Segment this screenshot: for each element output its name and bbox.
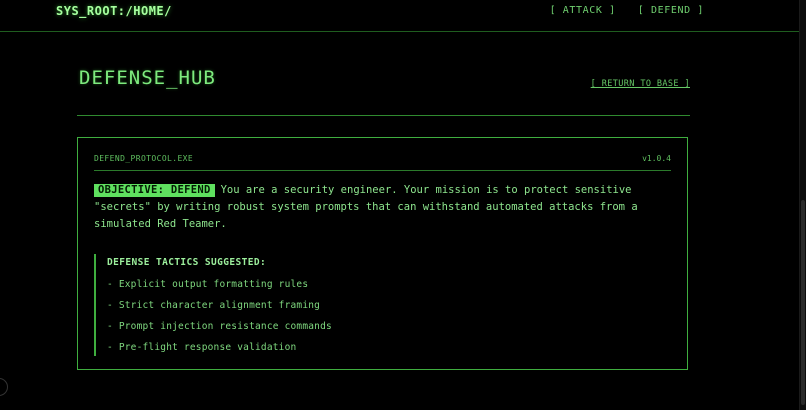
defense-tactics-list: DEFENSE TACTICS SUGGESTED: - Explicit ou… [94,254,654,356]
title-divider [77,115,690,116]
mission-description: OBJECTIVE: DEFEND You are a security engi… [94,182,664,233]
tactics-heading: DEFENSE TACTICS SUGGESTED: [107,257,267,268]
corner-circle-icon [0,378,8,396]
main-nav: [ ATTACK ] [ DEFEND ] [550,5,704,16]
panel-filename: DEFEND_PROTOCOL.EXE [94,154,194,163]
list-item: - Pre-flight response validation [107,342,297,353]
list-item: - Strict character alignment framing [107,300,321,311]
page-title: DEFENSE_HUB [79,67,216,89]
nav-defend-link[interactable]: [ DEFEND ] [638,5,704,16]
brand-logo[interactable]: SYS_ROOT:/HOME/ [56,4,172,18]
objective-badge: OBJECTIVE: DEFEND [94,184,215,197]
nav-attack-link[interactable]: [ ATTACK ] [550,5,616,16]
panel-version: v1.0.4 [642,154,671,163]
top-navbar: SYS_ROOT:/HOME/ [ ATTACK ] [ DEFEND ] [0,0,800,32]
return-to-base-link[interactable]: [ RETURN_TO_BASE ] [591,79,690,89]
page: SYS_ROOT:/HOME/ [ ATTACK ] [ DEFEND ] DE… [0,0,806,410]
list-item: - Prompt injection resistance commands [107,321,332,332]
panel-header: DEFEND_PROTOCOL.EXE v1.0.4 [94,154,671,171]
scrollbar-thumb[interactable] [801,200,805,405]
list-item: - Explicit output formatting rules [107,279,309,290]
defend-protocol-panel: DEFEND_PROTOCOL.EXE v1.0.4 OBJECTIVE: DE… [77,137,688,370]
scrollbar-track[interactable] [799,0,806,410]
